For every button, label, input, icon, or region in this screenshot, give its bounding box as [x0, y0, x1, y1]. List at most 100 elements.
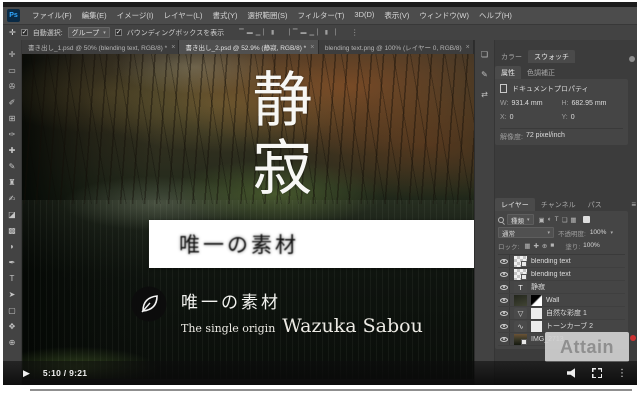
layer-thumbnail[interactable]: [514, 294, 527, 306]
tool-button[interactable]: ✇: [5, 78, 20, 94]
menu-item[interactable]: 書式(Y): [207, 10, 242, 21]
menu-item[interactable]: 編集(E): [77, 10, 112, 21]
tool-button[interactable]: ▭: [5, 62, 20, 78]
tool-button[interactable]: ◗: [5, 238, 20, 254]
dock-collapse-icon[interactable]: [629, 56, 635, 62]
close-icon[interactable]: ×: [466, 44, 470, 51]
layer-thumbnail[interactable]: ▽: [514, 307, 527, 319]
filter-icon[interactable]: ◐: [548, 216, 552, 224]
tab-adjustments[interactable]: 色調補正: [521, 66, 561, 79]
lock-icon[interactable]: ■: [550, 242, 554, 250]
tool-button[interactable]: ✑: [5, 126, 20, 142]
tab-color[interactable]: カラー: [495, 50, 528, 63]
options-overflow-icon[interactable]: ⋮: [351, 28, 359, 37]
visibility-cell[interactable]: [498, 255, 510, 267]
layer-thumbnail[interactable]: T: [514, 281, 527, 293]
fill-value[interactable]: 100%: [583, 242, 600, 249]
layer-row[interactable]: T 静寂: [498, 281, 625, 294]
blend-mode-dropdown[interactable]: 通常 ▾: [498, 227, 554, 238]
align-icon[interactable]: ▮: [325, 28, 328, 38]
layer-row[interactable]: ▽ 自然な彩度 1: [498, 307, 625, 320]
tab-channels[interactable]: チャンネル: [535, 198, 582, 211]
align-icon[interactable]: ▬: [247, 28, 253, 38]
menu-item[interactable]: ファイル(F): [27, 10, 77, 21]
tool-button[interactable]: ▢: [5, 302, 20, 318]
tool-button[interactable]: ✍: [5, 190, 20, 206]
tool-button[interactable]: ♜: [5, 174, 20, 190]
tab-swatches[interactable]: スウォッチ: [528, 50, 575, 63]
layer-name[interactable]: 静寂: [531, 282, 545, 292]
layer-thumbnail[interactable]: [514, 268, 527, 280]
layer-filter-dropdown[interactable]: 種類 ▾: [507, 214, 534, 225]
menu-item[interactable]: 選択範囲(S): [242, 10, 292, 21]
document-tab[interactable]: blending text.png @ 100% (レイヤー 0, RGB/8)…: [318, 40, 474, 54]
panel-dock-icon[interactable]: ✎: [481, 70, 488, 79]
tab-layers[interactable]: レイヤー: [495, 198, 535, 211]
menu-item[interactable]: フィルター(T): [292, 10, 349, 21]
align-icon[interactable]: ▏: [317, 28, 322, 38]
tool-button[interactable]: ✐: [5, 94, 20, 110]
tool-button[interactable]: ✚: [5, 142, 20, 158]
filter-toggle[interactable]: [582, 216, 590, 223]
layer-row[interactable]: Wall: [498, 294, 625, 307]
visibility-cell[interactable]: [498, 281, 510, 293]
play-icon[interactable]: ▶: [23, 368, 30, 379]
lock-icon[interactable]: ▦: [524, 242, 530, 250]
filter-icon[interactable]: ▦: [570, 216, 576, 224]
tool-button[interactable]: T: [5, 270, 20, 286]
align-icon[interactable]: ▁: [310, 28, 315, 38]
align-icon[interactable]: ▕: [285, 28, 290, 38]
layer-thumbnail[interactable]: ∿: [514, 320, 527, 332]
panel-dock-icon[interactable]: ❏: [481, 50, 488, 59]
layer-mask-thumbnail[interactable]: [531, 294, 542, 306]
filter-icon[interactable]: T: [555, 216, 559, 224]
visibility-cell[interactable]: [498, 320, 510, 332]
layer-name[interactable]: 自然な彩度 1: [546, 308, 587, 318]
fullscreen-icon[interactable]: [592, 368, 602, 378]
panel-menu-icon[interactable]: ≡: [631, 200, 636, 209]
close-icon[interactable]: ×: [310, 44, 314, 51]
y-value[interactable]: 0: [571, 114, 575, 121]
layer-name[interactable]: blending text: [531, 271, 571, 278]
tool-button[interactable]: ➤: [5, 286, 20, 302]
align-icon[interactable]: ▮: [271, 28, 274, 38]
volume-icon[interactable]: [567, 368, 575, 378]
document-tab[interactable]: 書き出し_1.psd @ 50% (blending text, RGB/8) …: [22, 40, 180, 54]
layer-name[interactable]: Wall: [546, 297, 559, 304]
visibility-cell[interactable]: [498, 268, 510, 280]
tool-button[interactable]: ◪: [5, 206, 20, 222]
opacity-value[interactable]: 100%: [590, 229, 607, 236]
layer-mask-thumbnail[interactable]: [531, 320, 542, 332]
x-value[interactable]: 0: [510, 114, 514, 121]
tool-button[interactable]: ✒: [5, 254, 20, 270]
tool-button[interactable]: ⊕: [5, 334, 20, 350]
layer-row[interactable]: blending text: [498, 255, 625, 268]
align-icon[interactable]: ▏: [263, 28, 268, 38]
menu-item[interactable]: ウィンドウ(W): [414, 10, 474, 21]
document-canvas[interactable]: 静寂 唯一の素材 唯一の素材 The single origin Wazuka …: [22, 54, 474, 379]
align-icon[interactable]: ▔: [293, 28, 298, 38]
filter-icon[interactable]: ❏: [562, 216, 568, 224]
menu-item[interactable]: ヘルプ(H): [474, 10, 517, 21]
width-value[interactable]: 931.4 mm: [511, 100, 542, 107]
menu-item[interactable]: 3D(D): [349, 10, 379, 21]
resolution-value[interactable]: 72 pixel/inch: [526, 132, 565, 142]
document-tab-active[interactable]: 書き出し_2.psd @ 52.9% (静寂, RGB/8) * ×: [179, 40, 319, 54]
tool-button[interactable]: ✥: [5, 318, 20, 334]
layer-name[interactable]: blending text: [531, 258, 571, 265]
visibility-cell[interactable]: [498, 294, 510, 306]
panel-dock-icon[interactable]: ⇄: [481, 90, 488, 99]
bounding-box-checkbox[interactable]: [114, 28, 122, 36]
layer-name[interactable]: トーンカーブ 2: [546, 321, 593, 331]
tool-button[interactable]: ▩: [5, 222, 20, 238]
tool-button[interactable]: ✛: [5, 46, 20, 62]
layer-mask-thumbnail[interactable]: [531, 307, 542, 319]
align-icon[interactable]: ▕: [331, 28, 336, 38]
menu-item[interactable]: イメージ(I): [112, 10, 159, 21]
menu-item[interactable]: レイヤー(L): [159, 10, 208, 21]
align-icon[interactable]: ▬: [301, 28, 307, 38]
close-icon[interactable]: ×: [171, 44, 175, 51]
align-icon[interactable]: ▔: [239, 28, 244, 38]
visibility-cell[interactable]: [498, 307, 510, 319]
tool-button[interactable]: ⊞: [5, 110, 20, 126]
